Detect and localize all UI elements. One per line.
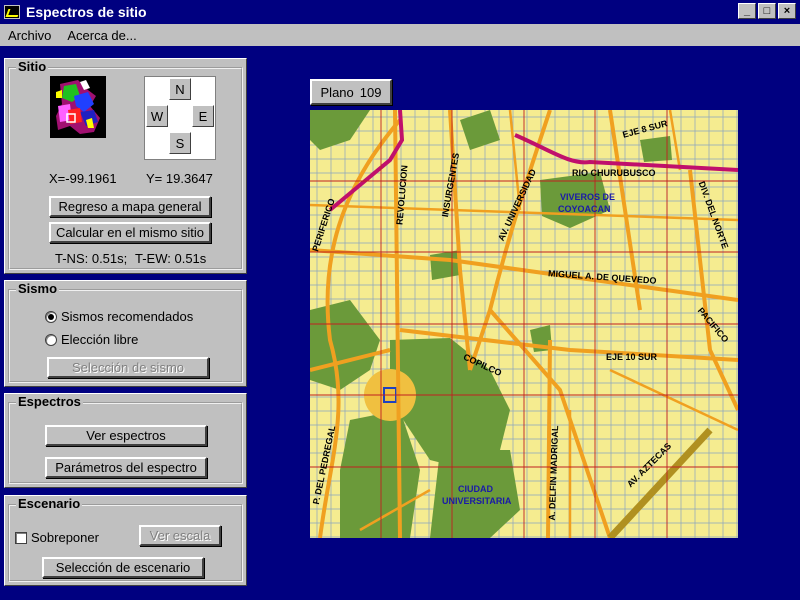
y-coordinate: Y= 19.3647 (146, 171, 213, 186)
minimize-button[interactable]: _ (738, 3, 756, 19)
city-map[interactable]: EJE 8 SUR RIO CHURUBUSCO VIVEROS DE COYO… (310, 110, 738, 538)
x-coordinate: X=-99.1961 (49, 171, 117, 186)
plano-button[interactable]: Plano 109 (310, 79, 392, 105)
ver-espectros-button[interactable]: Ver espectros (45, 425, 207, 446)
sobreponer-checkbox[interactable] (15, 532, 27, 544)
escenario-title: Escenario (16, 496, 83, 511)
map-label-cu-2: UNIVERSITARIA (442, 496, 512, 506)
south-button[interactable]: S (169, 132, 191, 154)
eleccion-libre-radio[interactable] (45, 334, 57, 346)
menu-acerca[interactable]: Acerca de... (59, 28, 144, 43)
calcular-sitio-button[interactable]: Calcular en el mismo sitio (49, 222, 211, 243)
sobreponer-label[interactable]: Sobreponer (31, 530, 99, 545)
plano-label: Plano (320, 84, 354, 100)
north-button[interactable]: N (169, 78, 191, 100)
espectros-panel: Espectros Ver espectros Parámetros del e… (4, 393, 247, 488)
plano-number: 109 (359, 84, 382, 100)
window-title: Espectros de sitio (26, 4, 147, 20)
seleccion-sismo-button[interactable]: Selección de sismo (47, 357, 209, 378)
escenario-panel: Escenario Sobreponer Ver escala Selecció… (4, 495, 247, 586)
seleccion-escenario-button[interactable]: Selección de escenario (42, 557, 204, 578)
menu-bar: Archivo Acerca de... (0, 24, 800, 46)
window-controls: _ □ × (738, 3, 796, 19)
map-label-viveros-2: COYOACAN (558, 204, 611, 214)
parametros-espectro-button[interactable]: Parámetros del espectro (45, 457, 207, 478)
map-label-eje10: EJE 10 SUR (606, 352, 658, 362)
recomendados-label[interactable]: Sismos recomendados (61, 309, 193, 324)
recomendados-radio[interactable] (45, 311, 57, 323)
regreso-mapa-button[interactable]: Regreso a mapa general (49, 196, 211, 217)
t-ns-value: T-NS: 0.51s; (55, 251, 128, 266)
sismo-title: Sismo (16, 281, 60, 296)
sismo-panel: Sismo Sismos recomendados Elección libre… (4, 280, 247, 387)
map-label-viveros-1: VIVEROS DE (560, 192, 616, 202)
eleccion-libre-label[interactable]: Elección libre (61, 332, 138, 347)
ver-escala-button[interactable]: Ver escala (139, 525, 221, 546)
app-icon (4, 5, 20, 19)
title-bar: Espectros de sitio _ □ × (0, 0, 800, 24)
maximize-button[interactable]: □ (758, 3, 776, 19)
sitio-panel: Sitio N W E S X=-99.1961 Y= 19.3647 Regr… (4, 58, 247, 274)
west-button[interactable]: W (146, 105, 168, 127)
map-label-cu-1: CIUDAD (458, 484, 493, 494)
map-canvas (310, 110, 738, 538)
menu-archivo[interactable]: Archivo (0, 28, 59, 43)
compass-pad: N W E S (144, 76, 216, 160)
city-minimap[interactable] (50, 76, 106, 138)
map-label-churubusco: RIO CHURUBUSCO (572, 168, 656, 178)
sitio-title: Sitio (16, 59, 49, 74)
t-ew-value: T-EW: 0.51s (135, 251, 207, 266)
espectros-title: Espectros (16, 394, 83, 409)
east-button[interactable]: E (192, 105, 214, 127)
close-button[interactable]: × (778, 3, 796, 19)
